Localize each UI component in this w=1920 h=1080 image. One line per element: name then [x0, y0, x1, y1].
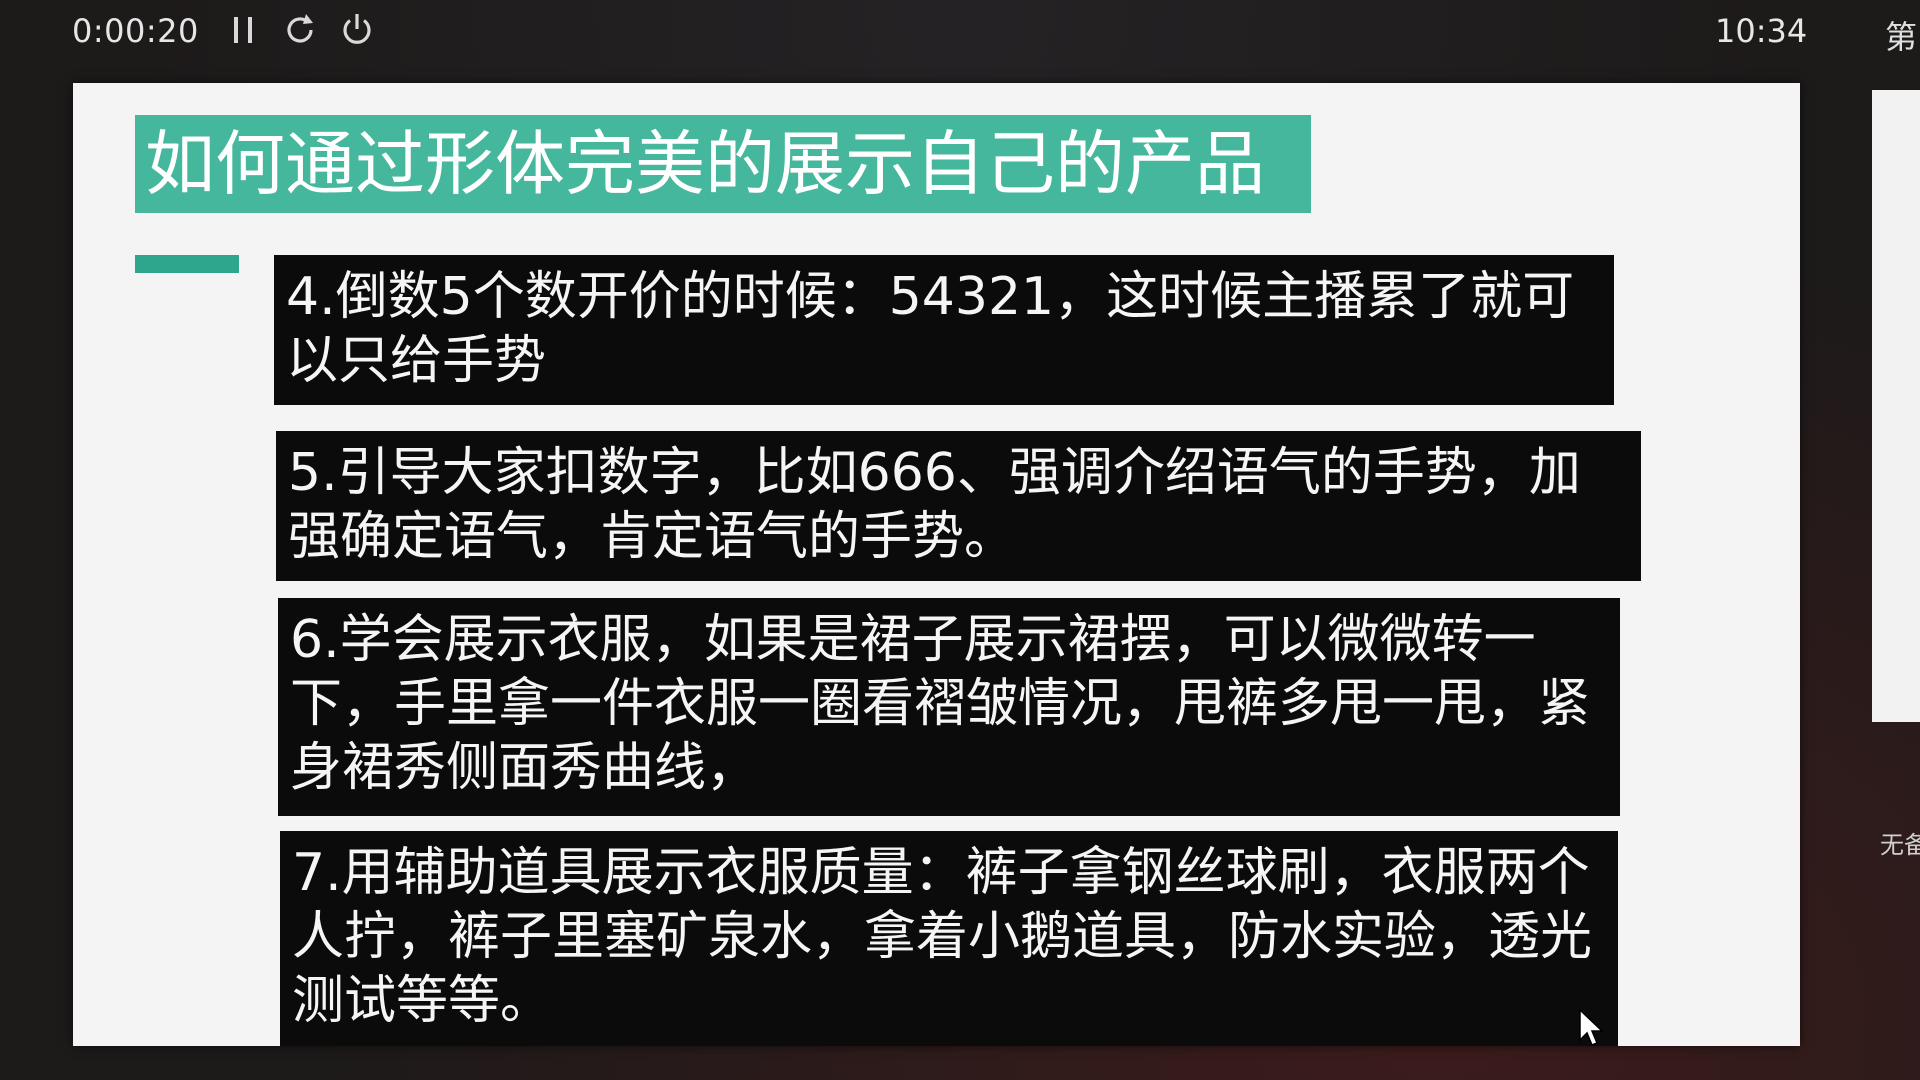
point-4: 4.倒数5个数开价的时候：54321，这时候主播累了就可以只给手势	[274, 255, 1614, 405]
elapsed-timer: 0:00:20	[72, 12, 199, 50]
slide-title: 如何通过形体完美的展示自己的产品	[135, 115, 1311, 213]
pause-icon[interactable]	[224, 10, 264, 50]
point-5: 5.引导大家扣数字，比如666、强调介绍语气的手势，加强确定语气，肯定语气的手势…	[276, 431, 1641, 581]
clock: 10:34	[1715, 12, 1808, 50]
power-icon[interactable]	[337, 10, 377, 50]
point-6: 6.学会展示衣服，如果是裙子展示裙摆，可以微微转一下，手里拿一件衣服一圈看褶皱情…	[278, 598, 1620, 816]
current-slide: 如何通过形体完美的展示自己的产品 4.倒数5个数开价的时候：54321，这时候主…	[73, 83, 1800, 1046]
point-7: 7.用辅助道具展示衣服质量：裤子拿钢丝球刷，衣服两个人拧，裤子里塞矿泉水，拿着小…	[280, 831, 1618, 1046]
notes-placeholder: 无备	[1880, 831, 1920, 859]
accent-bar	[135, 255, 239, 273]
restart-icon[interactable]	[280, 10, 320, 50]
next-slide-preview[interactable]	[1872, 90, 1920, 722]
mouse-cursor-icon	[1578, 1008, 1606, 1048]
slide-counter-label: 第	[1885, 18, 1918, 56]
